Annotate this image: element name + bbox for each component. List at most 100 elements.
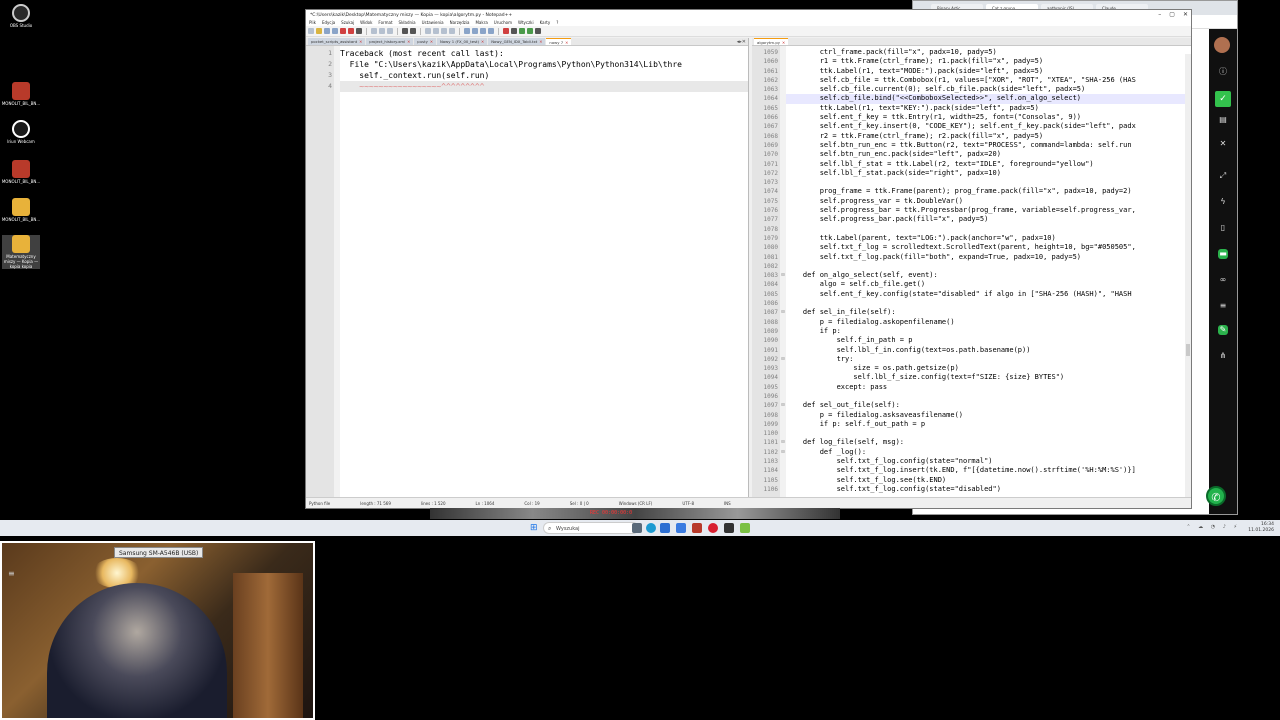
code-line[interactable]: 1059 ctrl_frame.pack(fill="x", padx=10, … <box>764 48 1191 57</box>
code-line[interactable]: 1103 self.txt_f_log.config(state="normal… <box>764 457 1191 466</box>
maximize-icon[interactable]: ▢ <box>1169 10 1175 20</box>
code-line[interactable]: 1105 self.txt_f_log.see(tk.END) <box>764 476 1191 485</box>
code-line[interactable]: 1082 <box>764 262 1191 271</box>
code-line[interactable]: 1086 <box>764 299 1191 308</box>
menu-item[interactable]: Wtyczki <box>518 20 534 26</box>
close-file-icon[interactable] <box>340 28 346 34</box>
code-line[interactable]: 1102 ⊟ def _log(): <box>764 448 1191 457</box>
terminal-icon[interactable] <box>724 523 734 533</box>
code-line[interactable]: 1080 self.txt_f_log = scrolledtext.Scrol… <box>764 243 1191 252</box>
paste-icon[interactable] <box>387 28 393 34</box>
menu-item[interactable]: Uruchom <box>494 20 512 26</box>
file-tab[interactable]: pocket_scripts_assistant ✕ <box>308 38 366 45</box>
fold-toggle-icon[interactable]: ⊟ <box>780 271 786 280</box>
menu-item[interactable]: Makra <box>475 20 487 26</box>
menu-item[interactable]: Edycja <box>322 20 335 26</box>
stop-macro-icon[interactable] <box>511 28 517 34</box>
code-line[interactable]: 1094 self.lbl_f_size.config(text=f"SIZE:… <box>764 373 1191 382</box>
save-all-icon[interactable] <box>332 28 338 34</box>
doc-icon[interactable]: ▯ <box>1218 223 1228 233</box>
menu-icon[interactable]: ≡ <box>8 569 15 578</box>
code-editor-left[interactable]: 1 Traceback (most recent call last): 2 Fil… <box>306 46 748 497</box>
record-macro-icon[interactable] <box>503 28 509 34</box>
close-icon[interactable]: ✕ <box>1218 139 1228 149</box>
menu-item[interactable]: Format <box>378 20 392 26</box>
code-line[interactable]: 1067 self.ent_f_key.insert(0, "CODE_KEY"… <box>764 122 1191 131</box>
code-line[interactable]: 1088 p = filedialog.askopenfilename() <box>764 318 1191 327</box>
bolt-icon[interactable]: ϟ <box>1218 197 1228 207</box>
code-line[interactable]: 1073 <box>764 178 1191 187</box>
close-tab-icon[interactable]: ✕ <box>565 40 568 45</box>
zoom-out-icon[interactable] <box>449 28 455 34</box>
close-tab-icon[interactable]: ✕ <box>782 40 785 45</box>
play-macro-icon[interactable] <box>519 28 525 34</box>
close-tab-icon[interactable]: ✕ <box>430 39 433 44</box>
code-line[interactable]: 1093 size = os.path.getsize(p) <box>764 364 1191 373</box>
list-icon[interactable]: ≡ <box>1218 301 1228 311</box>
code-line[interactable]: 1075 self.progress_var = tk.DoubleVar() <box>764 197 1191 206</box>
code-line[interactable]: 1083 ⊟ def on_algo_select(self, event): <box>764 271 1191 280</box>
fold-toggle-icon[interactable]: ⊟ <box>780 401 786 410</box>
fold-toggle-icon[interactable]: ⊟ <box>780 438 786 447</box>
code-line[interactable]: 1095 except: pass <box>764 383 1191 392</box>
code-line[interactable]: 1090 self.f_in_path = p <box>764 336 1191 345</box>
code-line[interactable]: 1060 r1 = ttk.Frame(ctrl_frame); r1.pack… <box>764 57 1191 66</box>
code-line[interactable]: 1104 self.txt_f_log.insert(tk.END, f"[{d… <box>764 466 1191 475</box>
desktop-icon-iriun[interactable]: Iriun Webcam <box>2 120 40 144</box>
code-line[interactable]: 1096 <box>764 392 1191 401</box>
file-tab[interactable]: Nowy_GEN_IDX_Tabli.txt ✕ <box>488 38 546 45</box>
chat-fab-icon[interactable]: ✆ <box>1206 486 1226 506</box>
minimize-icon[interactable]: – <box>1158 10 1161 20</box>
sync-scroll-icon[interactable] <box>464 28 470 34</box>
new-file-icon[interactable] <box>308 28 314 34</box>
file-tab[interactable]: project_history.xml ✕ <box>366 38 414 45</box>
store-icon[interactable] <box>676 523 686 533</box>
zoom-in-icon[interactable] <box>441 28 447 34</box>
undo-icon[interactable] <box>402 28 408 34</box>
taskbar-search[interactable]: ⌕ Wyszukaj <box>543 522 639 534</box>
copy-icon[interactable] <box>379 28 385 34</box>
code-line[interactable]: 1066 self.ent_f_key = ttk.Entry(r1, widt… <box>764 113 1191 122</box>
vertical-scrollbar[interactable] <box>1185 54 1191 497</box>
desktop-icon-monolit-2[interactable]: MONOLIT_BIL_BN... <box>2 160 40 184</box>
code-line[interactable]: 1064 self.cb_file.bind("<<ComboboxSelect… <box>764 94 1191 104</box>
wrench-icon[interactable]: ✎ <box>1218 325 1228 335</box>
menu-item[interactable]: Karty <box>540 20 551 26</box>
code-line[interactable]: 1078 <box>764 225 1191 234</box>
checkmark-icon[interactable]: ✓ <box>1215 91 1231 107</box>
edge-icon[interactable] <box>646 523 656 533</box>
code-line[interactable]: 1069 self.btn_run_enc = ttk.Button(r2, t… <box>764 141 1191 150</box>
save-macro-icon[interactable] <box>535 28 541 34</box>
code-line[interactable]: 1077 self.progress_bar.pack(fill="x", pa… <box>764 215 1191 224</box>
close-tab-icon[interactable]: ✕ <box>359 39 362 44</box>
menu-item[interactable]: Składnia <box>399 20 416 26</box>
open-file-icon[interactable] <box>316 28 322 34</box>
code-line[interactable]: 1061 ttk.Label(r1, text="MODE:").pack(si… <box>764 67 1191 76</box>
expand-icon[interactable]: ⤢ <box>1218 171 1228 181</box>
clock[interactable]: 16:34 11.01.2026 <box>1248 522 1274 534</box>
desktop-icon-monolit-3[interactable]: MONOLIT_BIL_BN... <box>2 198 40 222</box>
code-line[interactable]: 1097 ⊟ def sel_out_file(self): <box>764 401 1191 410</box>
tab-scroll-arrows-icon[interactable]: ◂▸✕ <box>737 38 746 46</box>
run-macro-icon[interactable] <box>527 28 533 34</box>
redo-icon[interactable] <box>410 28 416 34</box>
close-all-icon[interactable] <box>348 28 354 34</box>
code-line[interactable]: 1063 self.cb_file.current(0); self.cb_fi… <box>764 85 1191 94</box>
close-tab-icon[interactable]: ✕ <box>481 39 484 44</box>
menu-item[interactable]: Plik <box>309 20 316 26</box>
menu-item[interactable]: Ustawienia <box>422 20 444 26</box>
avatar[interactable] <box>1214 37 1230 53</box>
desktop-icon-monolit-1[interactable]: MONOLIT_BIL_BN... <box>2 82 40 106</box>
code-line[interactable]: 1062 self.cb_file = ttk.Combobox(r1, val… <box>764 76 1191 85</box>
code-line[interactable]: 1085 self.ent_f_key.config(state="disabl… <box>764 290 1191 299</box>
print-icon[interactable] <box>356 28 362 34</box>
chat-icon[interactable]: ▬ <box>1218 249 1228 259</box>
code-line[interactable]: 1081 self.txt_f_log.pack(fill="both", ex… <box>764 253 1191 262</box>
find-icon[interactable] <box>425 28 431 34</box>
replace-icon[interactable] <box>433 28 439 34</box>
menu-item[interactable]: Narzędzia <box>450 20 470 26</box>
cut-icon[interactable] <box>371 28 377 34</box>
word-wrap-icon[interactable] <box>472 28 478 34</box>
close-tab-icon[interactable]: ✕ <box>407 39 410 44</box>
glasses-icon[interactable]: ∞ <box>1218 275 1228 285</box>
